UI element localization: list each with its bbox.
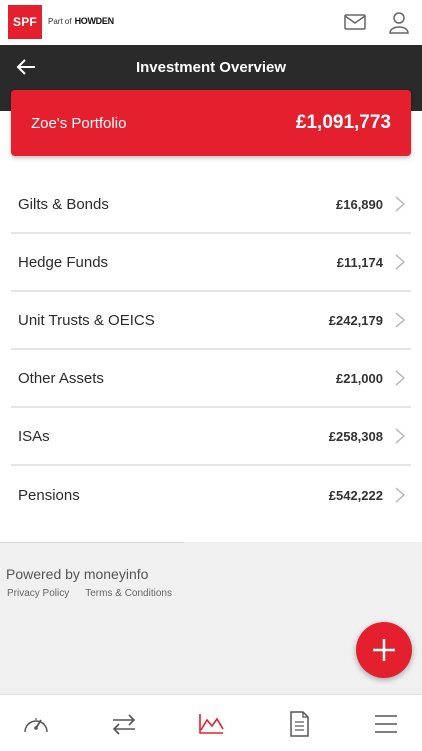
page-title: Investment Overview <box>135 59 287 76</box>
investment-row-hedge-funds[interactable]: Hedge Funds £11,174 <box>11 234 411 292</box>
chevron-right-icon <box>395 370 406 386</box>
footer-links: Privacy Policy Terms & Conditions <box>7 588 172 599</box>
chevron-right-icon <box>395 487 406 503</box>
investment-list: Gilts & Bonds £16,890 Hedge Funds £11,17… <box>0 176 422 524</box>
investment-row-isas[interactable]: ISAs £258,308 <box>11 408 411 466</box>
logo-text: SPF <box>13 15 37 29</box>
document-icon[interactable] <box>285 711 313 737</box>
investment-row-gilts-bonds[interactable]: Gilts & Bonds £16,890 <box>11 176 411 234</box>
menu-icon[interactable] <box>372 711 400 737</box>
investment-label: Pensions <box>18 486 80 504</box>
investment-label: Gilts & Bonds <box>18 195 109 213</box>
investment-amount: £542,222 <box>328 487 383 503</box>
chevron-right-icon <box>395 312 406 328</box>
dashboard-icon[interactable] <box>22 711 50 737</box>
chevron-right-icon <box>395 196 406 212</box>
privacy-policy-link[interactable]: Privacy Policy <box>7 588 69 599</box>
investment-amount: £242,179 <box>328 312 383 328</box>
portfolio-total: £1,091,773 <box>295 112 391 133</box>
investment-amount: £11,174 <box>336 254 383 270</box>
transfer-icon[interactable] <box>110 711 138 737</box>
investment-label: Hedge Funds <box>18 253 109 271</box>
portfolio-name: Zoe's Portfolio <box>31 114 127 132</box>
add-button[interactable] <box>356 622 412 678</box>
investment-label: ISAs <box>18 427 50 445</box>
terms-conditions-link[interactable]: Terms & Conditions <box>85 588 172 599</box>
footer-divider <box>0 542 184 543</box>
bottom-nav <box>0 694 422 751</box>
part-of-text: Part of <box>48 16 72 26</box>
footer: Powered by moneyinfo Privacy Policy Term… <box>0 542 422 694</box>
chevron-right-icon <box>395 428 406 444</box>
investment-label: Unit Trusts & OEICS <box>18 311 155 329</box>
investment-amount: £21,000 <box>336 370 383 386</box>
plus-icon <box>373 639 395 661</box>
chart-icon[interactable] <box>197 711 225 737</box>
portfolio-card[interactable]: Zoe's Portfolio £1,091,773 <box>11 90 411 156</box>
investment-amount: £16,890 <box>336 196 383 212</box>
powered-by-text: Powered by moneyinfo <box>6 566 149 582</box>
spf-logo[interactable]: SPF <box>8 5 42 39</box>
chevron-right-icon <box>395 254 406 270</box>
investment-amount: £258,308 <box>328 428 383 444</box>
investment-row-other-assets[interactable]: Other Assets £21,000 <box>11 350 411 408</box>
mail-icon[interactable] <box>343 10 367 34</box>
user-icon[interactable] <box>387 10 411 34</box>
investment-row-unit-trusts[interactable]: Unit Trusts & OEICS £242,179 <box>11 292 411 350</box>
howden-brand: HOWDEN <box>74 16 115 26</box>
top-header: SPF Part of HOWDEN <box>0 0 422 46</box>
part-of-brand: Part of HOWDEN <box>48 16 114 26</box>
investment-row-pensions[interactable]: Pensions £542,222 <box>11 466 411 524</box>
investment-label: Other Assets <box>18 369 104 387</box>
